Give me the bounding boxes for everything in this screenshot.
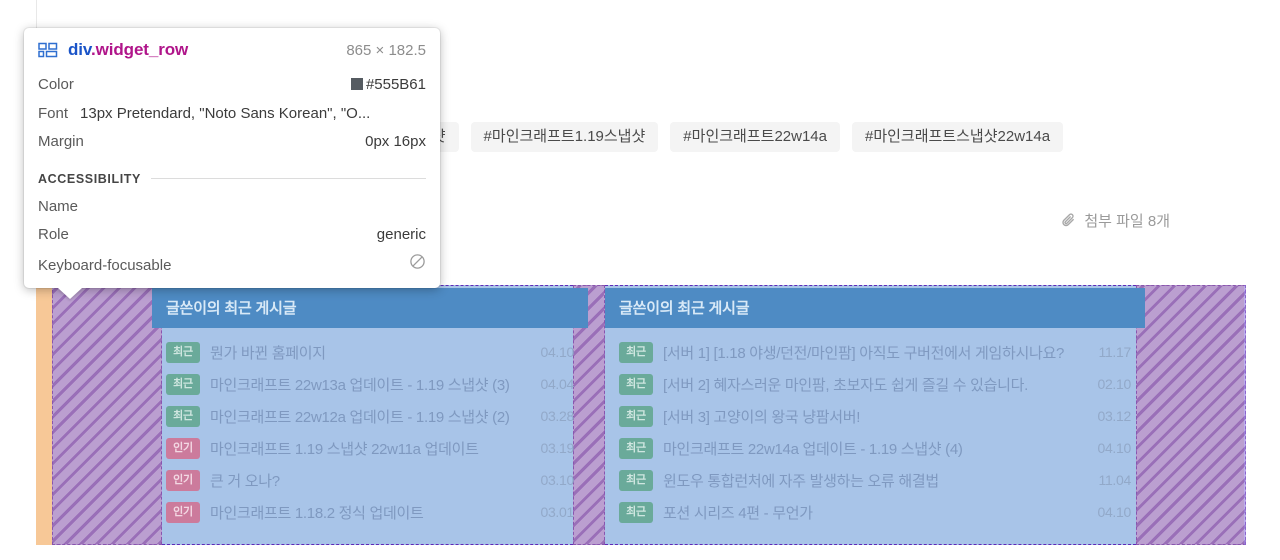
list-item[interactable]: 인기 마인크래프트 1.19 스냅샷 22w11a 업데이트 03.19 — [166, 432, 574, 464]
post-title[interactable]: [서버 2] 혜자스러운 마인팜, 초보자도 쉽게 즐길 수 있습니다. — [663, 374, 1087, 395]
not-allowed-icon — [409, 253, 426, 270]
highlight-padding-box-left — [52, 285, 162, 545]
tag-chip[interactable]: #마인크래프트22w14a — [670, 122, 840, 152]
accessibility-section-header: ACCESSIBILITY — [38, 172, 426, 186]
property-value: #555B61 — [350, 74, 426, 97]
highlight-padding-box-right — [1136, 285, 1246, 545]
post-date: 03.12 — [1097, 408, 1131, 424]
post-date: 02.10 — [1097, 376, 1131, 392]
post-date: 04.10 — [1097, 504, 1131, 520]
a11y-row-name: Name — [38, 193, 426, 222]
list-item[interactable]: 최근 마인크래프트 22w12a 업데이트 - 1.19 스냅샷 (2) 03.… — [166, 400, 574, 432]
status-badge: 최근 — [619, 373, 653, 395]
status-badge: 최근 — [619, 405, 653, 427]
section-divider — [150, 178, 426, 179]
tag-chip[interactable]: #마인크래프트1.19스냅샷 — [470, 122, 659, 152]
widget-post-list: 최근 [서버 1] [1.18 야생/던전/마인팜] 아직도 구버전에서 게임하… — [605, 328, 1145, 538]
post-date: 03.28 — [540, 408, 574, 424]
post-date: 04.10 — [540, 344, 574, 360]
property-value: 0px 16px — [365, 133, 426, 150]
list-item[interactable]: 최근 [서버 2] 혜자스러운 마인팜, 초보자도 쉽게 즐길 수 있습니다. … — [619, 368, 1131, 400]
property-value: 13px Pretendard, "Noto Sans Korean", "O.… — [80, 104, 371, 122]
a11y-row-role: Role generic — [38, 221, 426, 250]
post-title[interactable]: 마인크래프트 1.19 스냅샷 22w11a 업데이트 — [210, 438, 530, 459]
post-title[interactable]: 뭔가 바뀐 홈페이지 — [210, 342, 530, 363]
list-item[interactable]: 인기 큰 거 오나? 03.10 — [166, 464, 574, 496]
paperclip-icon — [1061, 212, 1077, 229]
status-badge: 최근 — [166, 341, 200, 363]
post-date: 11.04 — [1098, 472, 1132, 488]
tooltip-header: div.widget_row 865 × 182.5 — [38, 40, 426, 60]
tag-chip[interactable]: #마인크래프트스냅샷22w14a — [851, 122, 1064, 152]
tooltip-pointer-arrow — [58, 288, 82, 299]
property-key: Role — [38, 226, 69, 243]
widget-title: 글쓴이의 최근 게시글 — [605, 288, 1145, 328]
property-key: Color — [38, 76, 74, 93]
post-date: 03.01 — [540, 504, 574, 520]
post-title[interactable]: 큰 거 오나? — [210, 470, 530, 491]
status-badge: 최근 — [619, 469, 653, 491]
element-dimensions: 865 × 182.5 — [346, 41, 426, 59]
status-badge: 인기 — [166, 437, 200, 459]
property-row-color: Color #555B61 — [38, 71, 426, 100]
inspected-element-selector: div.widget_row — [68, 40, 188, 60]
a11y-row-keyboard-focusable: Keyboard-focusable — [38, 250, 426, 281]
property-key: Font — [38, 104, 69, 122]
status-badge: 인기 — [166, 501, 200, 523]
element-tag-name: div — [68, 40, 92, 59]
property-row-margin: Margin 0px 16px — [38, 128, 426, 157]
post-title[interactable]: 마인크래프트 1.18.2 정식 업데이트 — [210, 502, 530, 523]
post-date: 11.17 — [1098, 344, 1132, 360]
widget-title: 글쓴이의 최근 게시글 — [152, 288, 588, 328]
property-key: Name — [38, 197, 79, 215]
post-title[interactable]: 윈도우 통합런처에 자주 발생하는 오류 해결법 — [663, 470, 1089, 491]
post-date: 03.19 — [540, 440, 574, 456]
recent-posts-widget-left: 글쓴이의 최근 게시글 최근 뭔가 바뀐 홈페이지 04.10 최근 마인크래프… — [152, 288, 588, 538]
post-date: 03.10 — [540, 472, 574, 488]
post-title[interactable]: [서버 3] 고양이의 왕국 냥팜서버! — [663, 406, 1087, 427]
post-title[interactable]: 포션 시리즈 4편 - 무언가 — [663, 502, 1087, 523]
post-title[interactable]: [서버 1] [1.18 야생/던전/마인팜] 아직도 구버전에서 게임하시나요… — [663, 342, 1089, 363]
layout-grid-icon — [38, 42, 58, 58]
attachment-info[interactable]: 첨부 파일 8개 — [1061, 210, 1170, 231]
post-title[interactable]: 마인크래프트 22w13a 업데이트 - 1.19 스냅샷 (3) — [210, 374, 530, 395]
status-badge: 최근 — [619, 341, 653, 363]
property-key: Keyboard-focusable — [38, 256, 172, 274]
property-value — [409, 253, 426, 278]
status-badge: 인기 — [166, 469, 200, 491]
list-item[interactable]: 최근 윈도우 통합런처에 자주 발생하는 오류 해결법 11.04 — [619, 464, 1131, 496]
color-hex-value: #555B61 — [365, 76, 426, 93]
status-badge: 최근 — [619, 437, 653, 459]
list-item[interactable]: 최근 마인크래프트 22w14a 업데이트 - 1.19 스냅샷 (4) 04.… — [619, 432, 1131, 464]
list-item[interactable]: 최근 [서버 3] 고양이의 왕국 냥팜서버! 03.12 — [619, 400, 1131, 432]
screenshot-root: #마인크래프트스냅샷 #마인크래프트1.19스냅샷 #마인크래프트22w14a … — [0, 0, 1280, 560]
post-title[interactable]: 마인크래프트 22w12a 업데이트 - 1.19 스냅샷 (2) — [210, 406, 530, 427]
post-date: 04.04 — [540, 376, 574, 392]
element-class-name: .widget_row — [91, 40, 189, 59]
attachment-label: 첨부 파일 8개 — [1084, 213, 1170, 230]
post-title[interactable]: 마인크래프트 22w14a 업데이트 - 1.19 스냅샷 (4) — [663, 438, 1087, 459]
status-badge: 최근 — [166, 373, 200, 395]
section-label: ACCESSIBILITY — [38, 171, 141, 186]
list-item[interactable]: 최근 뭔가 바뀐 홈페이지 04.10 — [166, 336, 574, 368]
recent-posts-widget-right: 글쓴이의 최근 게시글 최근 [서버 1] [1.18 야생/던전/마인팜] 아… — [605, 288, 1145, 538]
list-item[interactable]: 최근 마인크래프트 22w13a 업데이트 - 1.19 스냅샷 (3) 04.… — [166, 368, 574, 400]
status-badge: 최근 — [166, 405, 200, 427]
list-item[interactable]: 최근 [서버 1] [1.18 야생/던전/마인팜] 아직도 구버전에서 게임하… — [619, 336, 1131, 368]
list-item[interactable]: 최근 포션 시리즈 4편 - 무언가 04.10 — [619, 496, 1131, 528]
status-badge: 최근 — [619, 501, 653, 523]
element-inspector-tooltip: div.widget_row 865 × 182.5 Color #555B61… — [24, 28, 440, 299]
property-value: generic — [376, 226, 426, 243]
list-item[interactable]: 인기 마인크래프트 1.18.2 정식 업데이트 03.01 — [166, 496, 574, 528]
property-key: Margin — [38, 133, 84, 150]
post-date: 04.10 — [1097, 440, 1131, 456]
color-swatch-icon — [350, 78, 363, 90]
property-row-font: Font 13px Pretendard, "Noto Sans Korean"… — [38, 100, 426, 129]
widget-post-list: 최근 뭔가 바뀐 홈페이지 04.10 최근 마인크래프트 22w13a 업데이… — [152, 328, 588, 538]
